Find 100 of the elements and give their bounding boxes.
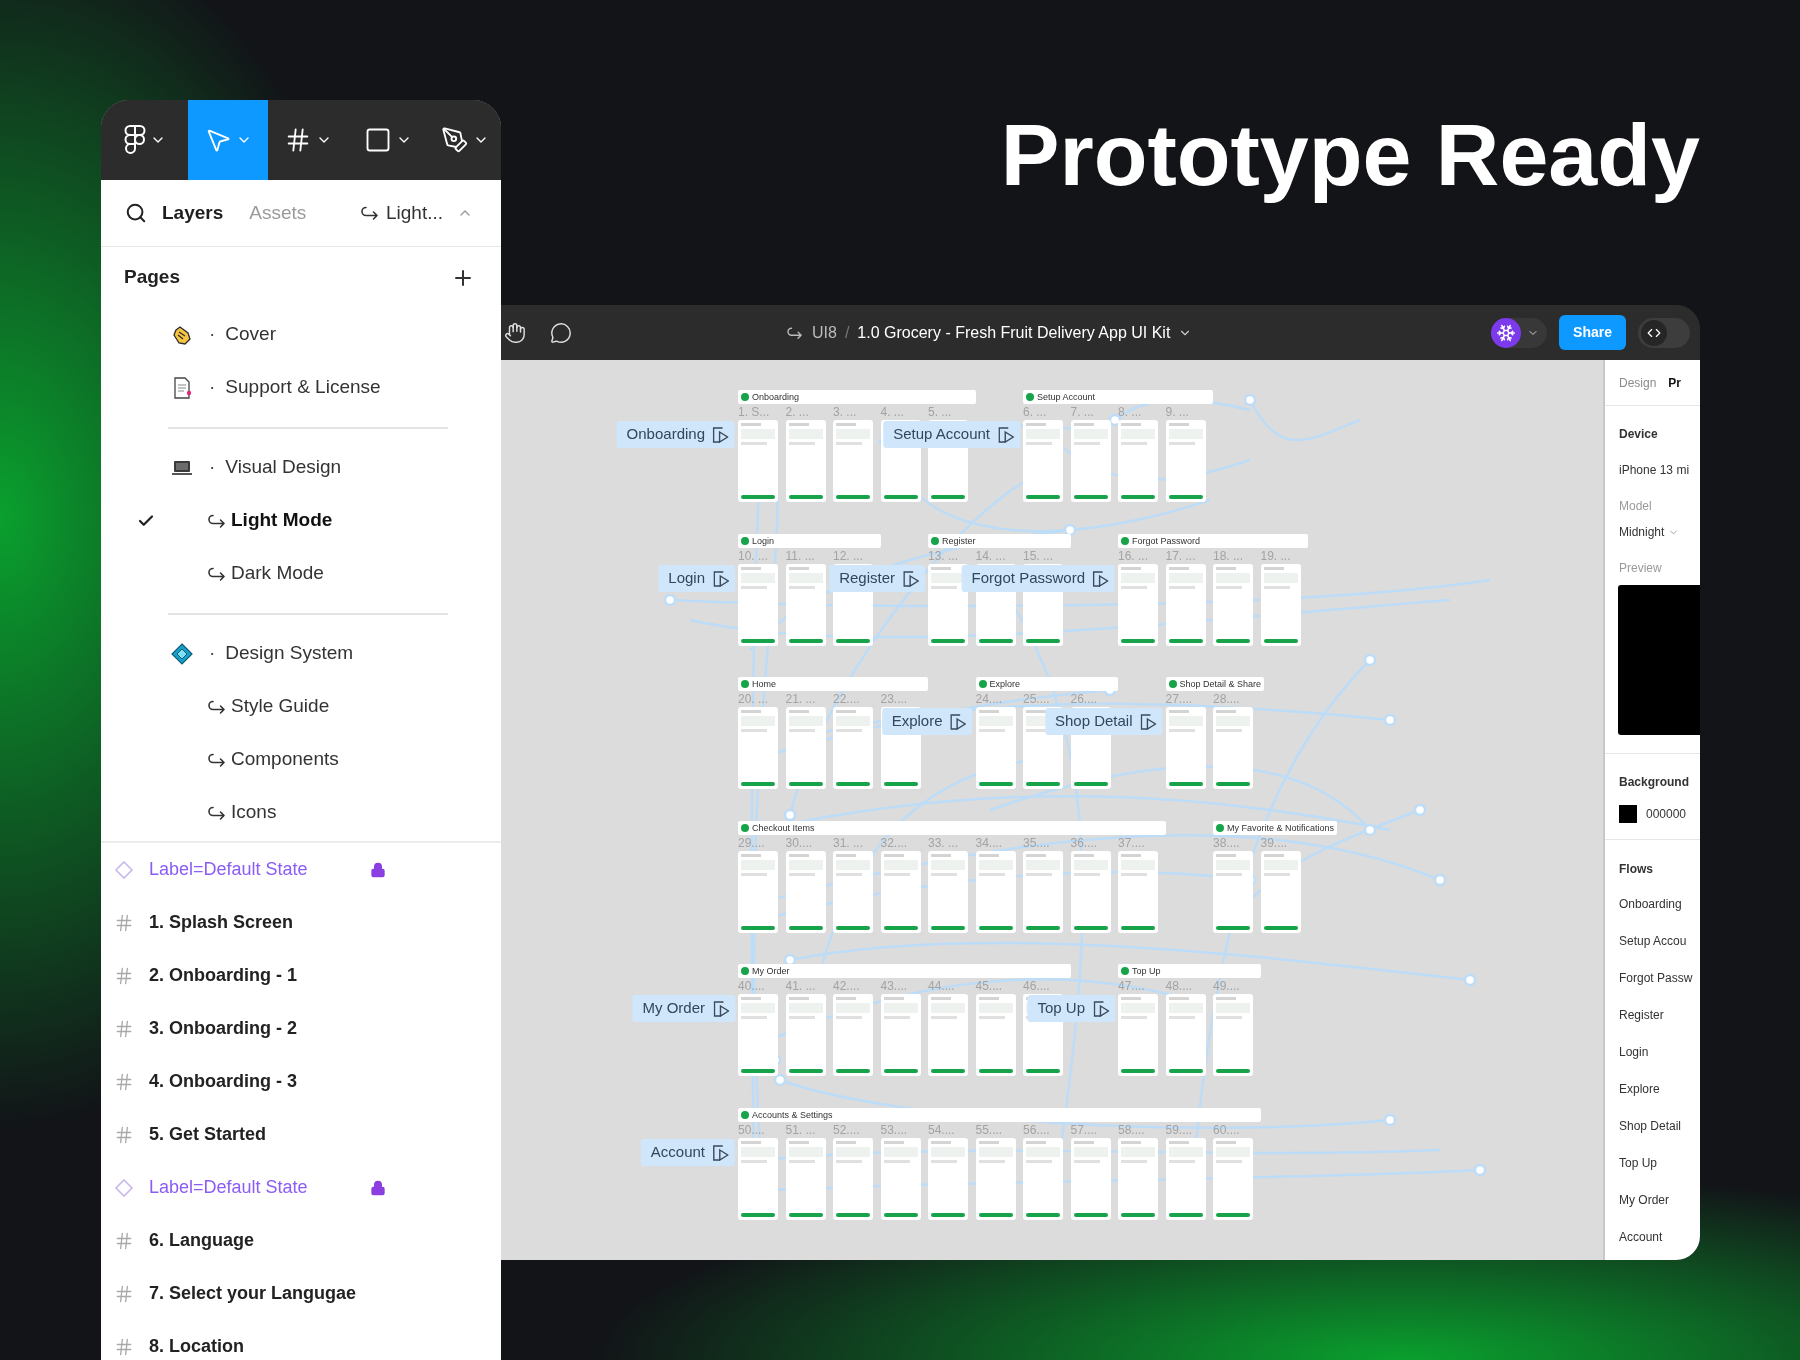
section-heading: Device: [1619, 426, 1659, 443]
flow-start-badge[interactable]: Explore: [881, 708, 973, 735]
flow-item[interactable]: Setup Accou: [1619, 923, 1700, 960]
frame-label: 4. ...: [880, 404, 905, 420]
flow-start-badge[interactable]: Register: [829, 565, 925, 592]
subpage-item[interactable]: Icons: [101, 786, 501, 839]
flow-start-badge[interactable]: Shop Detail: [1044, 708, 1163, 735]
layer-name: 6. Language: [149, 1229, 255, 1252]
frame-label: 21. ...: [785, 691, 817, 707]
flow-item[interactable]: Onboarding: [1619, 886, 1700, 923]
page-item[interactable]: · Design System: [101, 627, 501, 680]
laptop-icon: [171, 458, 193, 477]
properties-tab[interactable]: Pr: [1668, 373, 1682, 392]
color-swatch[interactable]: [1619, 805, 1637, 823]
frame-label: 26....: [1070, 691, 1099, 707]
play-frame-icon: [903, 570, 919, 587]
frame-label: 60....: [1213, 1122, 1241, 1138]
frame-label: 11. ...: [785, 548, 816, 564]
frame-label: 6. ...: [1023, 404, 1048, 420]
hook-arrow-icon: [207, 804, 227, 821]
connection-dot: [1383, 713, 1397, 727]
field-label: Model: [1619, 498, 1653, 515]
subpage-item[interactable]: Light Mode: [101, 494, 501, 547]
field-label: Preview: [1619, 560, 1663, 577]
flow-start-badge[interactable]: My Order: [632, 995, 735, 1022]
layer-item[interactable]: Label=Default State: [101, 1161, 501, 1214]
pages-heading: Pages: [124, 265, 180, 290]
frame-label: 49....: [1213, 978, 1241, 994]
frame-label: 57....: [1070, 1122, 1099, 1138]
connection-dot: [663, 593, 677, 607]
flow-item[interactable]: Login: [1619, 1034, 1700, 1071]
layer-item[interactable]: 2. Onboarding - 1: [101, 949, 501, 1002]
section-title: Accounts & Settings: [752, 1109, 833, 1121]
flow-start-badge[interactable]: Forgot Password: [961, 565, 1115, 592]
panel-tab[interactable]: Layers: [162, 198, 224, 228]
section-title: Forgot Password: [1132, 535, 1201, 547]
frame-label: 29....: [738, 835, 766, 851]
flow-item[interactable]: Register: [1619, 997, 1700, 1034]
lock-icon[interactable]: [370, 861, 386, 878]
comment-icon[interactable]: [550, 321, 572, 344]
frame-label: 12. ...: [833, 548, 865, 564]
frame-label: 1. S...: [738, 404, 771, 420]
flow-item[interactable]: Forgot Passw: [1619, 960, 1700, 997]
properties-tab[interactable]: Design: [1619, 373, 1657, 392]
layer-item[interactable]: 4. Onboarding - 3: [101, 1055, 501, 1108]
frame-label: 34....: [975, 835, 1004, 851]
section-title: Home: [752, 678, 776, 690]
page-name: Design System: [225, 641, 354, 666]
color-value: 000000: [1646, 806, 1687, 823]
layer-item[interactable]: 5. Get Started: [101, 1108, 501, 1161]
component-diamond-icon: [171, 642, 193, 665]
play-frame-icon: [713, 570, 729, 587]
frame-label: 3. ...: [833, 404, 858, 420]
flow-item[interactable]: My Order: [1619, 1182, 1700, 1219]
breadcrumb-separator: /: [844, 322, 850, 343]
search-icon[interactable]: [125, 202, 147, 224]
device-name: iPhone 13 mi: [1619, 462, 1691, 479]
frame-label: 18. ...: [1213, 548, 1245, 564]
connection-dot: [1413, 803, 1427, 817]
model-dropdown[interactable]: Midnight: [1619, 523, 1680, 541]
flow-start-badge[interactable]: Account: [640, 1139, 735, 1166]
layer-item[interactable]: 7. Select your Langugae: [101, 1267, 501, 1320]
flow-start-badge[interactable]: Onboarding: [616, 421, 735, 448]
hand-icon[interactable]: [504, 321, 526, 344]
frame-icon: [114, 1018, 134, 1039]
subpage-item[interactable]: Components: [101, 733, 501, 786]
flow-start-badge[interactable]: Login: [658, 565, 735, 592]
section-title: Login: [752, 535, 775, 547]
bullet-text: ·: [209, 641, 216, 666]
page-item[interactable]: · Support & License: [101, 361, 501, 414]
frame-icon: [114, 1124, 134, 1145]
section-title: Top Up: [1132, 965, 1161, 977]
section-title: Explore: [989, 678, 1020, 690]
avatar[interactable]: [1491, 317, 1522, 348]
play-frame-icon: [1140, 713, 1157, 730]
subpage-item[interactable]: Style Guide: [101, 680, 501, 733]
flow-item[interactable]: Account: [1619, 1219, 1700, 1256]
layer-item[interactable]: 3. Onboarding - 2: [101, 1002, 501, 1055]
frame-label: 45....: [975, 978, 1004, 994]
layer-item[interactable]: Label=Default State: [101, 843, 501, 896]
lock-icon[interactable]: [370, 1179, 386, 1196]
connection-dot: [1473, 1163, 1487, 1177]
page-name: Light Mode: [231, 508, 333, 533]
flow-start-badge[interactable]: Top Up: [1027, 995, 1115, 1022]
team-name[interactable]: UI8: [812, 320, 837, 345]
flow-item[interactable]: Shop Detail: [1619, 1108, 1700, 1145]
subpage-item[interactable]: Dark Mode: [101, 547, 501, 600]
layer-item[interactable]: 8. Location: [101, 1320, 501, 1360]
file-name[interactable]: 1.0 Grocery - Fresh Fruit Delivery App UI Kit: [857, 320, 1193, 345]
frame-label: 42....: [833, 978, 861, 994]
page-item[interactable]: · Visual Design: [101, 441, 501, 494]
page-item[interactable]: · Cover: [101, 308, 501, 361]
flow-item[interactable]: Top Up: [1619, 1145, 1700, 1182]
dev-mode-toggle[interactable]: [1638, 317, 1690, 348]
layer-item[interactable]: 6. Language: [101, 1214, 501, 1267]
page-name: Cover: [225, 322, 276, 347]
hook-arrow-icon: [786, 325, 804, 340]
layer-item[interactable]: 1. Splash Screen: [101, 896, 501, 949]
flow-item[interactable]: Explore: [1619, 1071, 1700, 1108]
page-switcher[interactable]: Light...: [359, 198, 473, 228]
